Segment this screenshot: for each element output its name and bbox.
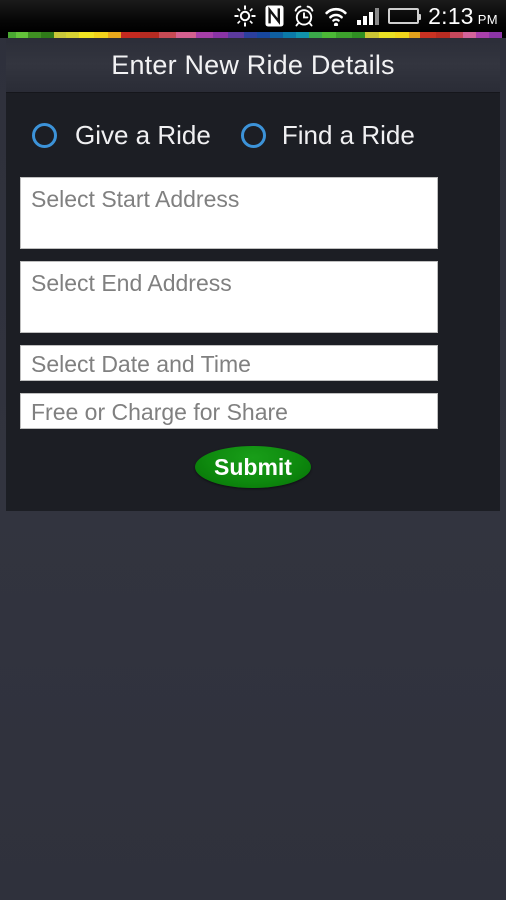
app-title-bar: Enter New Ride Details — [6, 38, 500, 93]
status-bar: 2:13 PM — [0, 0, 506, 32]
page-title: Enter New Ride Details — [111, 49, 395, 80]
cellular-signal-icon — [357, 7, 380, 25]
submit-button[interactable]: Submit — [195, 446, 311, 488]
color-stripe-segment-36 — [501, 32, 506, 38]
clock-time: 2:13 — [428, 2, 474, 29]
status-bar-clock: 2:13 PM — [428, 3, 498, 30]
submit-row: Submit — [14, 429, 492, 505]
nfc-icon — [265, 5, 284, 27]
radio-find-a-ride-dot[interactable] — [240, 122, 266, 148]
radio-give-a-ride-dot[interactable] — [32, 122, 57, 148]
phone-screen: 2:13 PM Enter New Ride Details Give a Ri… — [0, 0, 506, 900]
status-bar-icons — [234, 5, 422, 27]
clock-ampm: PM — [477, 11, 498, 27]
gps-crosshair-icon — [234, 5, 256, 27]
radio-find-a-ride-label: Find a Ride — [281, 119, 415, 150]
ride-form-panel: Enter New Ride Details Give a Ride Find … — [6, 38, 500, 511]
ride-type-radio-row: Give a Ride Find a Ride — [14, 93, 492, 177]
fare-input[interactable]: Free or Charge for Share — [20, 393, 438, 429]
wifi-icon — [324, 6, 348, 27]
date-time-input[interactable]: Select Date and Time — [20, 345, 438, 381]
radio-give-a-ride[interactable]: Give a Ride — [32, 120, 211, 151]
start-address-input[interactable]: Select Start Address — [20, 177, 438, 249]
radio-find-a-ride[interactable]: Find a Ride — [240, 119, 415, 151]
alarm-clock-icon — [293, 5, 315, 27]
radio-give-a-ride-label: Give a Ride — [75, 119, 211, 150]
battery-icon — [388, 8, 422, 24]
end-address-input[interactable]: Select End Address — [20, 261, 438, 333]
form-body: Give a Ride Find a Ride Select Start Add… — [6, 93, 500, 505]
